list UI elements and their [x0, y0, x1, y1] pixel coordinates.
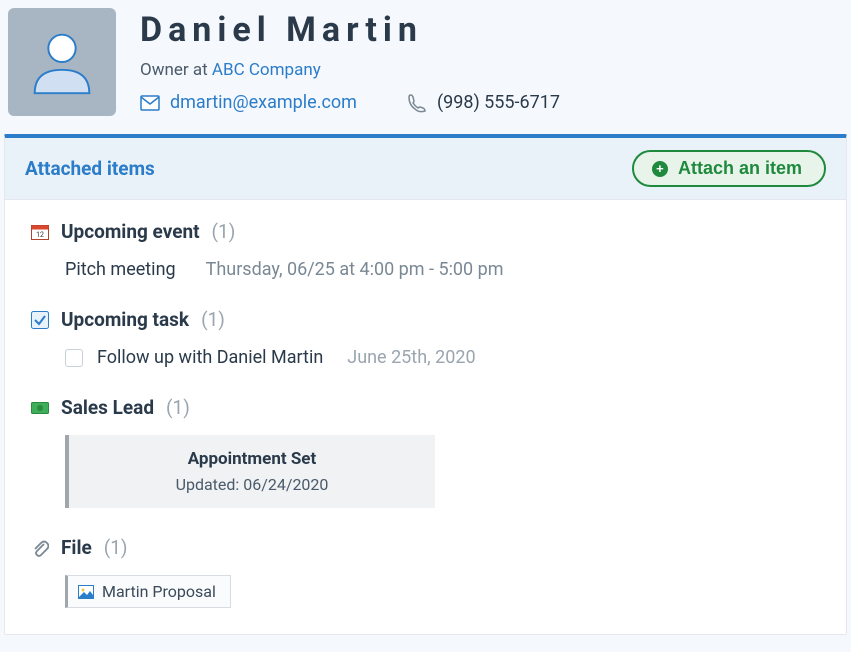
profile-role-line: Owner at ABC Company [140, 60, 843, 80]
task-checkbox[interactable] [65, 349, 83, 367]
phone-item[interactable]: (998) 555-6717 [407, 92, 560, 113]
lead-card-title: Appointment Set [69, 449, 435, 469]
file-name: Martin Proposal [102, 582, 216, 601]
section-count: (1) [104, 536, 128, 559]
calendar-icon: 12 [31, 223, 49, 241]
lead-card[interactable]: Appointment Set Updated: 06/24/2020 [65, 435, 435, 508]
lead-content: Appointment Set Updated: 06/24/2020 [31, 435, 820, 508]
section-upcoming-task: Upcoming task (1) Follow up with Daniel … [31, 308, 820, 368]
file-content: Martin Proposal [31, 575, 820, 608]
task-name: Follow up with Daniel Martin [97, 347, 323, 368]
panel-body: 12 Upcoming event (1) Pitch meeting Thur… [5, 200, 846, 634]
section-title: Upcoming event [61, 220, 200, 243]
attached-items-panel: Attached items + Attach an item 12 Upcom… [4, 134, 847, 635]
section-file: File (1) Martin Proposal [31, 536, 820, 608]
section-count: (1) [166, 396, 190, 419]
paperclip-icon [31, 539, 49, 557]
svg-text:12: 12 [36, 231, 44, 239]
section-sales-lead: Sales Lead (1) Appointment Set Updated: … [31, 396, 820, 508]
plus-icon: + [652, 161, 668, 177]
panel-header: Attached items + Attach an item [5, 138, 846, 200]
email-text: dmartin@example.com [170, 92, 357, 113]
event-date: Thursday, 06/25 at 4:00 pm - 5:00 pm [206, 259, 504, 280]
profile-header: Daniel Martin Owner at ABC Company dmart… [4, 4, 847, 128]
avatar [8, 8, 116, 116]
task-row[interactable]: Follow up with Daniel Martin June 25th, … [31, 347, 820, 368]
panel-title: Attached items [25, 157, 155, 180]
section-title-row: Upcoming task (1) [31, 308, 820, 331]
task-date: June 25th, 2020 [347, 347, 475, 368]
person-icon [23, 23, 101, 101]
section-title: Sales Lead [61, 396, 154, 419]
checkbox-icon [31, 311, 49, 329]
money-icon [31, 399, 49, 417]
company-link[interactable]: ABC Company [212, 60, 321, 80]
section-title-row: 12 Upcoming event (1) [31, 220, 820, 243]
file-chip[interactable]: Martin Proposal [65, 575, 231, 608]
section-count: (1) [201, 308, 225, 331]
role-prefix: Owner at [140, 60, 212, 80]
profile-name: Daniel Martin [140, 10, 843, 50]
profile-info: Daniel Martin Owner at ABC Company dmart… [140, 8, 843, 116]
attach-button-label: Attach an item [678, 158, 802, 179]
event-name: Pitch meeting [65, 259, 176, 280]
mail-icon [140, 95, 160, 111]
image-icon [78, 585, 94, 599]
phone-icon [407, 93, 427, 113]
phone-text: (998) 555-6717 [437, 92, 560, 113]
section-title-row: File (1) [31, 536, 820, 559]
attach-item-button[interactable]: + Attach an item [632, 150, 826, 187]
section-title-row: Sales Lead (1) [31, 396, 820, 419]
lead-card-sub: Updated: 06/24/2020 [69, 475, 435, 494]
section-count: (1) [212, 220, 236, 243]
contact-row: dmartin@example.com (998) 555-6717 [140, 92, 843, 113]
section-title: File [61, 536, 92, 559]
event-row[interactable]: Pitch meeting Thursday, 06/25 at 4:00 pm… [31, 259, 820, 280]
email-item[interactable]: dmartin@example.com [140, 92, 357, 113]
section-upcoming-event: 12 Upcoming event (1) Pitch meeting Thur… [31, 220, 820, 280]
section-title: Upcoming task [61, 308, 189, 331]
